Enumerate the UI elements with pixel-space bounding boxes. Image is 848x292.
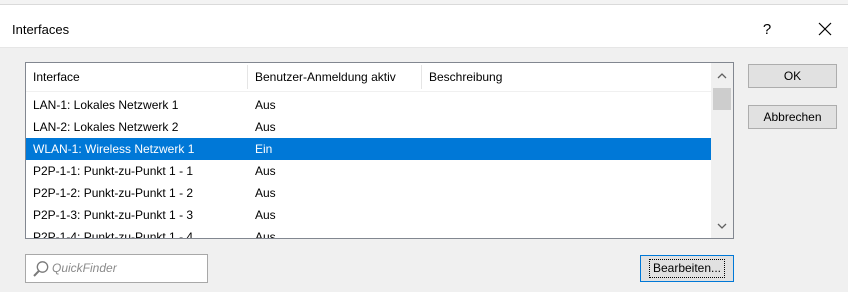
- quickfinder-placeholder: QuickFinder: [52, 261, 117, 275]
- close-button[interactable]: [810, 18, 840, 42]
- interfaces-list[interactable]: Interface Benutzer-Anmeldung aktiv Besch…: [25, 62, 734, 239]
- edit-button-label: Bearbeiten...: [648, 259, 726, 278]
- window-title: Interfaces: [12, 22, 70, 37]
- list-item[interactable]: WLAN-1: Wireless Netzwerk 1 Ein: [26, 138, 711, 160]
- login-cell: Aus: [255, 186, 276, 200]
- scroll-thumb[interactable]: [713, 88, 731, 110]
- login-cell: Aus: [255, 208, 276, 222]
- interface-cell: LAN-2: Lokales Netzwerk 2: [33, 120, 179, 134]
- list-item[interactable]: P2P-1-1: Punkt-zu-Punkt 1 - 1 Aus: [26, 160, 711, 182]
- login-cell: Aus: [255, 120, 276, 134]
- list-rows: LAN-1: Lokales Netzwerk 1 Aus LAN-2: Lokal…: [26, 94, 711, 239]
- interface-cell: P2P-1-4: Punkt-zu-Punkt 1 - 4: [33, 230, 194, 239]
- interface-cell: P2P-1-2: Punkt-zu-Punkt 1 - 2: [33, 186, 194, 200]
- list-item[interactable]: LAN-2: Lokales Netzwerk 2 Aus: [26, 116, 711, 138]
- quickfinder-input[interactable]: QuickFinder: [25, 254, 208, 283]
- list-header: Interface Benutzer-Anmeldung aktiv Besch…: [26, 63, 711, 92]
- close-icon: [818, 22, 832, 36]
- login-cell: Aus: [255, 164, 276, 178]
- column-header-login[interactable]: Benutzer-Anmeldung aktiv: [248, 63, 421, 91]
- list-item[interactable]: P2P-1-2: Punkt-zu-Punkt 1 - 2 Aus: [26, 182, 711, 204]
- edit-button[interactable]: Bearbeiten...: [640, 255, 734, 282]
- column-header-description[interactable]: Beschreibung: [422, 63, 711, 91]
- interface-cell: LAN-1: Lokales Netzwerk 1: [33, 98, 179, 112]
- list-item[interactable]: LAN-1: Lokales Netzwerk 1 Aus: [26, 94, 711, 116]
- search-icon: [33, 261, 49, 277]
- interface-cell: P2P-1-3: Punkt-zu-Punkt 1 - 3: [33, 208, 194, 222]
- interface-cell: WLAN-1: Wireless Netzwerk 1: [33, 142, 195, 156]
- column-header-interface[interactable]: Interface: [26, 63, 247, 91]
- list-item[interactable]: P2P-1-4: Punkt-zu-Punkt 1 - 4 Aus: [26, 226, 711, 239]
- vertical-scrollbar[interactable]: [711, 63, 733, 238]
- help-button[interactable]: ?: [752, 18, 782, 42]
- chevron-down-icon: [717, 223, 727, 229]
- scroll-down-button[interactable]: [711, 216, 733, 236]
- login-cell: Ein: [255, 142, 273, 156]
- title-bar: Interfaces ?: [0, 0, 848, 48]
- ok-button[interactable]: OK: [748, 64, 837, 88]
- list-item[interactable]: P2P-1-3: Punkt-zu-Punkt 1 - 3 Aus: [26, 204, 711, 226]
- cancel-button[interactable]: Abbrechen: [748, 105, 837, 129]
- login-cell: Aus: [255, 98, 276, 112]
- login-cell: Aus: [255, 230, 276, 239]
- scroll-up-button[interactable]: [711, 65, 733, 85]
- interface-cell: P2P-1-1: Punkt-zu-Punkt 1 - 1: [33, 164, 194, 178]
- chevron-up-icon: [717, 73, 727, 79]
- parent-window-strip: [0, 0, 848, 5]
